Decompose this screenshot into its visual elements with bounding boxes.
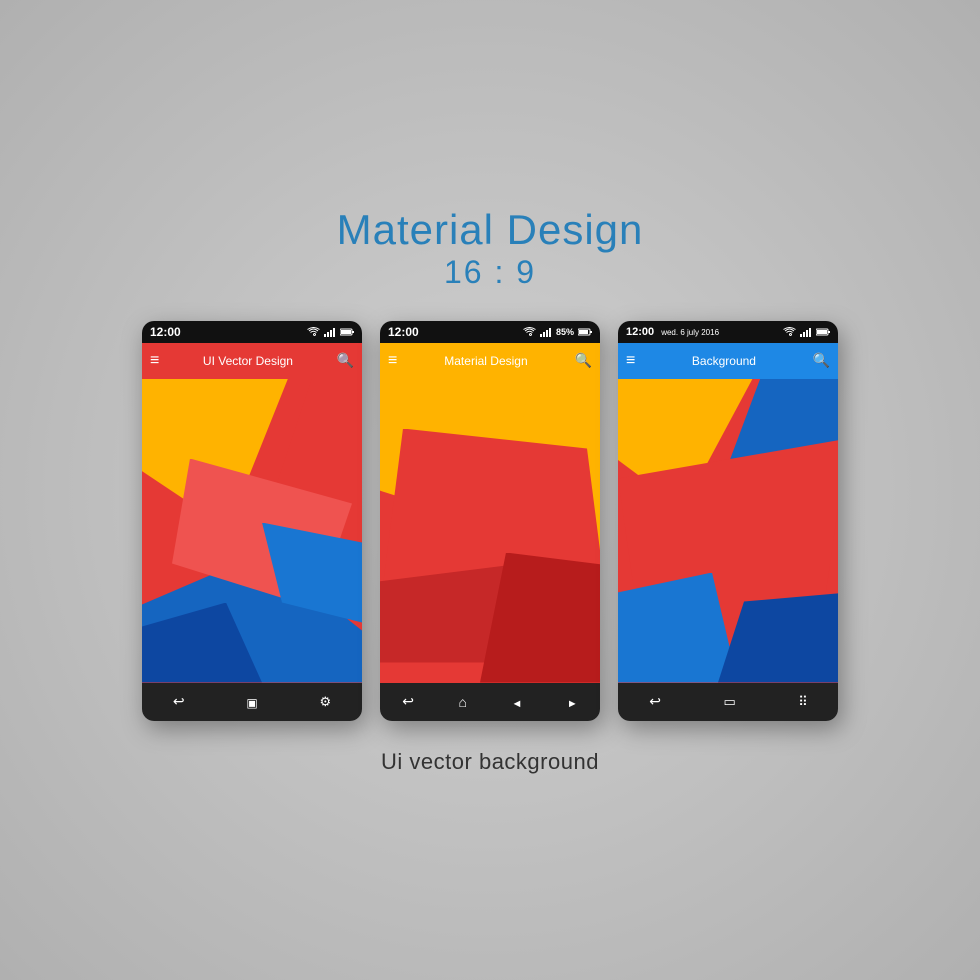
main-title: Material Design — [337, 206, 644, 254]
phone-2: 12:00 85% ≡ Material Design 🔍 — [380, 321, 600, 721]
wallpaper-1 — [142, 379, 362, 683]
wifi-icon-2 — [523, 327, 536, 337]
back-icon-1[interactable] — [173, 693, 185, 710]
right-icon-2[interactable] — [567, 694, 578, 710]
nav-bar-3: ▭ ⠿ — [618, 683, 838, 721]
gear-icon-1[interactable] — [319, 693, 331, 710]
status-date-3: wed. 6 july 2016 — [661, 328, 719, 337]
back-icon-2[interactable] — [402, 693, 414, 710]
left-icon-2[interactable] — [511, 694, 522, 710]
status-icons-3 — [783, 327, 830, 337]
wallpaper-3 — [618, 379, 838, 683]
status-icons-2: 85% — [523, 327, 592, 337]
page-footer: Ui vector background — [381, 749, 599, 775]
battery-icon-3 — [816, 328, 830, 336]
signal-icon-3 — [800, 327, 812, 337]
status-time-1: 12:00 — [150, 325, 181, 339]
app-bar-2: ≡ Material Design 🔍 — [380, 343, 600, 379]
status-bar-3: 12:00 wed. 6 july 2016 — [618, 321, 838, 343]
search-icon-3[interactable]: 🔍 — [813, 352, 830, 369]
home-icon-2[interactable] — [458, 694, 466, 710]
status-bar-2: 12:00 85% — [380, 321, 600, 343]
hamburger-icon-3[interactable]: ≡ — [626, 352, 635, 370]
battery-percent-2: 85% — [556, 327, 574, 337]
back-icon-3[interactable] — [649, 693, 661, 710]
battery-icon-2 — [578, 328, 592, 336]
page-header: Material Design 16 : 9 — [337, 206, 644, 291]
status-icons-1 — [307, 327, 354, 337]
wallpaper-2 — [380, 379, 600, 683]
grid-icon-3[interactable]: ⠿ — [798, 694, 807, 710]
battery-icon — [340, 328, 354, 336]
app-title-3: Background — [643, 354, 804, 368]
status-time-3: 12:00 wed. 6 july 2016 — [626, 326, 719, 338]
app-bar-3: ≡ Background 🔍 — [618, 343, 838, 379]
app-bar-1: ≡ UI Vector Design 🔍 — [142, 343, 362, 379]
status-time-2: 12:00 — [388, 325, 419, 339]
square-icon-3[interactable]: ▭ — [723, 694, 735, 710]
search-icon-2[interactable]: 🔍 — [575, 352, 592, 369]
wifi-icon-3 — [783, 327, 796, 337]
square-icon-1[interactable] — [246, 694, 257, 710]
signal-icon-2 — [540, 327, 552, 337]
nav-bar-1 — [142, 683, 362, 721]
app-title-1: UI Vector Design — [167, 354, 328, 368]
hamburger-icon-1[interactable]: ≡ — [150, 352, 159, 370]
sub-title: 16 : 9 — [337, 254, 644, 291]
app-title-2: Material Design — [405, 354, 566, 368]
signal-icon — [324, 327, 336, 337]
phone-1: 12:00 ≡ UI Vector Design 🔍 — [142, 321, 362, 721]
status-bar-1: 12:00 — [142, 321, 362, 343]
nav-bar-2 — [380, 683, 600, 721]
search-icon-1[interactable]: 🔍 — [337, 352, 354, 369]
phone-3: 12:00 wed. 6 july 2016 ≡ Background 🔍 ▭ … — [618, 321, 838, 721]
wifi-icon — [307, 327, 320, 337]
phones-container: 12:00 ≡ UI Vector Design 🔍 — [142, 321, 838, 721]
hamburger-icon-2[interactable]: ≡ — [388, 352, 397, 370]
